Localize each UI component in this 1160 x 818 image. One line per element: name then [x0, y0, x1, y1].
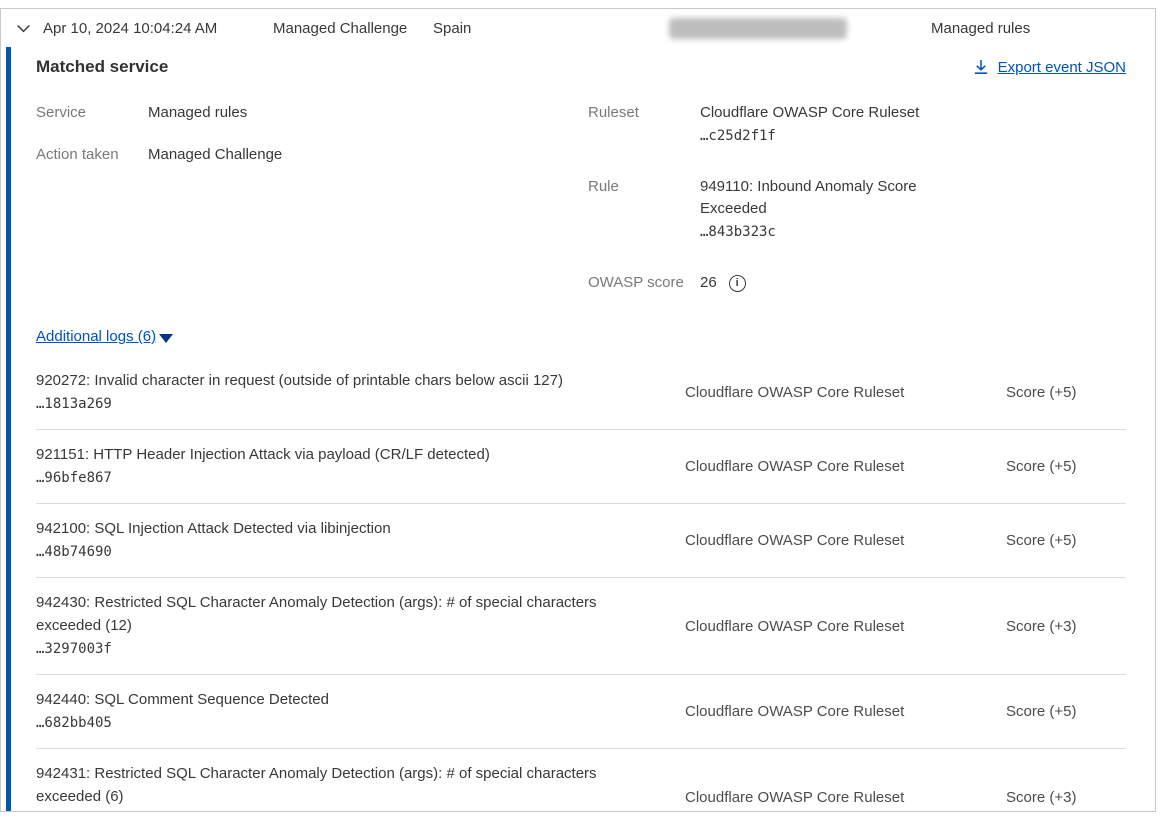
log-rule-id: …1813a269 — [36, 392, 645, 416]
ruleset-label: Ruleset — [588, 102, 700, 148]
log-score: Score (+5) — [1006, 384, 1126, 401]
download-icon — [973, 59, 989, 75]
action-taken-value: Managed Challenge — [148, 144, 398, 166]
log-description: 942100: SQL Injection Attack Detected vi… — [36, 517, 645, 540]
additional-logs-label: Additional logs (6) — [36, 328, 156, 345]
rule-label: Rule — [588, 176, 700, 244]
log-ruleset: Cloudflare OWASP Core Ruleset — [685, 618, 1006, 635]
log-ruleset: Cloudflare OWASP Core Ruleset — [685, 384, 1006, 401]
log-row: 942431: Restricted SQL Character Anomaly… — [36, 749, 1126, 811]
ruleset-value: Cloudflare OWASP Core Ruleset — [700, 104, 919, 121]
log-rule-id: …3297003f — [36, 637, 645, 661]
event-country: Spain — [433, 20, 669, 37]
owasp-score-field: OWASP score 26 i — [588, 272, 1126, 294]
log-description: 921151: HTTP Header Injection Attack via… — [36, 443, 645, 466]
event-action: Managed Challenge — [273, 20, 433, 37]
log-ruleset: Cloudflare OWASP Core Ruleset — [685, 458, 1006, 475]
matched-service-panel: Matched service Export event JSON Servic… — [6, 47, 1155, 811]
matched-service-details: Service Managed rules Action taken Manag… — [36, 102, 1126, 314]
log-description: 920272: Invalid character in request (ou… — [36, 369, 645, 392]
log-ruleset: Cloudflare OWASP Core Ruleset — [685, 789, 1006, 806]
rule-value: 949110: Inbound Anomaly Score Exceeded — [700, 178, 917, 217]
log-ruleset: Cloudflare OWASP Core Ruleset — [685, 532, 1006, 549]
export-event-json-link[interactable]: Export event JSON — [973, 59, 1126, 76]
additional-logs-toggle[interactable]: Additional logs (6) — [36, 328, 173, 345]
log-rule-id: …96bfe867 — [36, 466, 645, 490]
event-timestamp: Apr 10, 2024 10:04:24 AM — [43, 20, 273, 37]
event-summary-row[interactable]: Apr 10, 2024 10:04:24 AM Managed Challen… — [1, 9, 1155, 47]
owasp-score-value: 26 — [700, 272, 717, 294]
log-row: 942440: SQL Comment Sequence Detected …6… — [36, 675, 1126, 749]
event-service: Managed rules — [931, 20, 1030, 37]
log-row: 942100: SQL Injection Attack Detected vi… — [36, 504, 1126, 578]
event-detail-card: Apr 10, 2024 10:04:24 AM Managed Challen… — [0, 8, 1156, 812]
service-label: Service — [36, 102, 148, 124]
service-field: Service Managed rules — [36, 102, 588, 124]
log-score: Score (+5) — [1006, 458, 1126, 475]
log-score: Score (+3) — [1006, 618, 1126, 635]
log-description: 942430: Restricted SQL Character Anomaly… — [36, 591, 645, 637]
log-score: Score (+3) — [1006, 789, 1126, 806]
rule-field: Rule 949110: Inbound Anomaly Score Excee… — [588, 176, 1126, 244]
log-ruleset: Cloudflare OWASP Core Ruleset — [685, 703, 1006, 720]
panel-title: Matched service — [36, 57, 168, 77]
ruleset-id: …c25d2f1f — [700, 124, 950, 148]
ruleset-field: Ruleset Cloudflare OWASP Core Ruleset …c… — [588, 102, 1126, 148]
additional-logs-list: 920272: Invalid character in request (ou… — [36, 356, 1126, 811]
triangle-down-icon — [159, 334, 173, 343]
log-rule-id: …48b74690 — [36, 540, 645, 564]
redacted-value — [669, 18, 847, 39]
log-score: Score (+5) — [1006, 532, 1126, 549]
chevron-down-icon[interactable] — [15, 20, 32, 37]
action-taken-field: Action taken Managed Challenge — [36, 144, 588, 166]
log-row: 942430: Restricted SQL Character Anomaly… — [36, 578, 1126, 675]
log-description: 942440: SQL Comment Sequence Detected — [36, 688, 645, 711]
rule-id: …843b323c — [700, 220, 950, 244]
info-icon[interactable]: i — [729, 275, 746, 292]
owasp-score-label: OWASP score — [588, 272, 700, 294]
log-rule-id: …e5f94216 — [36, 808, 645, 811]
export-event-json-label: Export event JSON — [998, 59, 1126, 76]
action-taken-label: Action taken — [36, 144, 148, 166]
log-description: 942431: Restricted SQL Character Anomaly… — [36, 762, 645, 808]
log-row: 921151: HTTP Header Injection Attack via… — [36, 430, 1126, 504]
log-row: 920272: Invalid character in request (ou… — [36, 356, 1126, 430]
log-score: Score (+5) — [1006, 703, 1126, 720]
service-value: Managed rules — [148, 102, 398, 124]
log-rule-id: …682bb405 — [36, 711, 645, 735]
